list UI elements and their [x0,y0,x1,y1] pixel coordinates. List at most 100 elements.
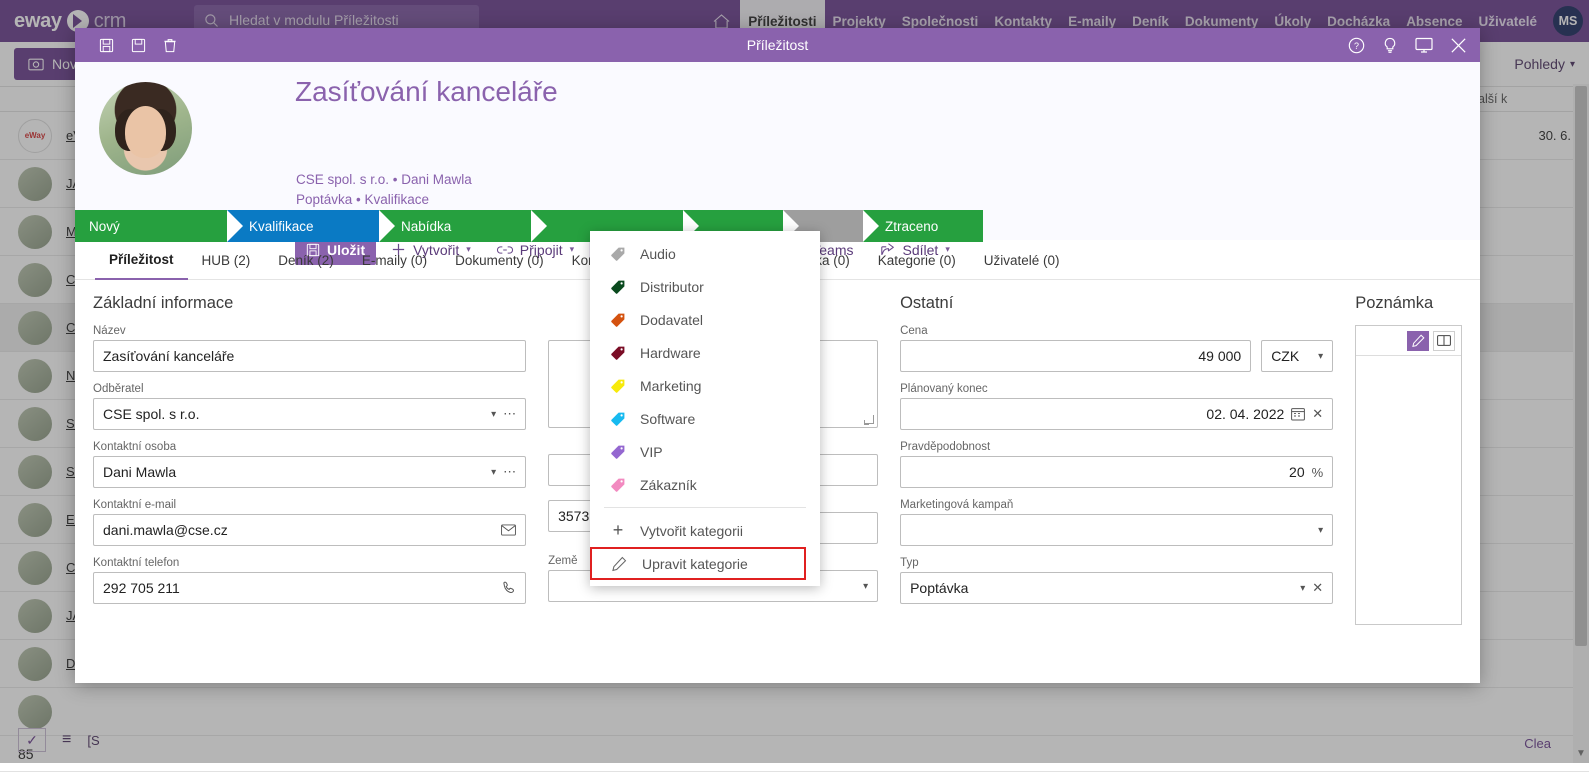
field-pravdepodobnost: Pravděpodobnost 20 % [900,441,1333,488]
tab-kategorie[interactable]: Kategorie (0) [864,242,970,280]
pipeline-step-kvalifikace[interactable]: Kvalifikace [227,210,379,242]
calendar-icon[interactable] [1291,407,1305,421]
field-cena: Cena 49 000 CZK ▾ [900,325,1333,372]
plus-icon: + [610,520,626,541]
section-title-other: Ostatní [900,294,1333,313]
tag-icon [610,477,626,493]
field-label-pravdepodobnost: Pravděpodobnost [900,441,1333,453]
more-options-icon[interactable]: ⋯ [503,406,516,422]
note-section: Poznámka [1355,294,1462,683]
tab-dokumenty[interactable]: Dokumenty (0) [441,242,558,280]
field-label-marketingova-kampan: Marketingová kampaň [900,499,1333,511]
tab-uzivatele[interactable]: Uživatelé (0) [970,242,1074,280]
typ-value: Poptávka [910,580,1294,596]
tab-prilezitost[interactable]: Příležitost [95,242,188,280]
chevron-down-icon[interactable]: ▾ [863,581,868,592]
tag-icon [610,378,626,394]
close-icon[interactable] [1442,30,1474,60]
page-title: Zasíťování kanceláře [295,76,558,108]
pipeline-step-label: Kvalifikace [249,219,314,234]
menu-item-dodavatel[interactable]: Dodavatel [590,303,820,336]
cena-value: 49 000 [910,348,1241,364]
kontaktni-email-value: dani.mawla@cse.cz [103,522,494,538]
lightbulb-icon[interactable] [1374,30,1406,60]
pencil-icon[interactable] [1407,331,1429,351]
menu-item-hardware[interactable]: Hardware [590,336,820,369]
tag-icon [610,279,626,295]
pipeline-step-nabidka[interactable]: Nabídka [379,210,531,242]
opportunity-detail-dialog: Příležitost ? Zasíťování kanceláře CSE s… [75,28,1480,683]
menu-item-audio[interactable]: Audio [590,237,820,270]
planovany-konec-input[interactable]: 02. 04. 2022 ✕ [900,398,1333,430]
field-label-cena: Cena [900,325,1333,337]
clear-typ-icon[interactable]: ✕ [1312,580,1323,596]
chevron-down-icon[interactable]: ▾ [1318,351,1323,362]
currency-select[interactable]: CZK ▾ [1261,340,1333,372]
kontaktni-telefon-input[interactable]: 292 705 211 [93,572,526,604]
save-as-icon[interactable] [125,33,151,57]
marketingova-kampan-select[interactable]: ▾ [900,514,1333,546]
menu-item-vip[interactable]: VIP [590,435,820,468]
book-icon[interactable] [1433,331,1455,351]
save-icon[interactable] [93,33,119,57]
chevron-down-icon[interactable]: ▾ [1300,583,1305,594]
menu-item-label: Distributor [640,279,704,295]
delete-icon[interactable] [157,33,183,57]
percent-unit: % [1312,465,1324,480]
planovany-konec-value: 02. 04. 2022 [910,406,1284,422]
kontaktni-email-input[interactable]: dani.mawla@cse.cz [93,514,526,546]
chevron-down-icon[interactable]: ▾ [491,467,496,478]
menu-item-label: Audio [640,246,676,262]
menu-item-label: Upravit kategorie [642,556,748,572]
menu-item-zakaznik[interactable]: Zákazník [590,468,820,501]
cena-input[interactable]: 49 000 [900,340,1251,372]
tag-icon [610,246,626,262]
field-marketingova-kampan: Marketingová kampaň ▾ [900,499,1333,546]
basic-info-section: Základní informace Název Zasíťování kanc… [93,294,526,683]
contact-photo [99,82,192,175]
svg-text:?: ? [1354,40,1359,50]
note-panel [1355,325,1462,625]
field-label-kontaktni-telefon: Kontaktní telefon [93,557,526,569]
field-nazev: Název Zasíťování kanceláře [93,325,526,372]
menu-item-edit-categories[interactable]: Upravit kategorie [590,547,806,580]
menu-item-software[interactable]: Software [590,402,820,435]
nazev-input[interactable]: Zasíťování kanceláře [93,340,526,372]
field-label-planovany-konec: Plánovaný konec [900,383,1333,395]
help-icon[interactable]: ? [1340,30,1372,60]
tab-emaily[interactable]: E-maily (0) [348,242,441,280]
menu-item-label: Software [640,411,695,427]
field-label-nazev: Název [93,325,526,337]
menu-item-marketing[interactable]: Marketing [590,369,820,402]
kontaktni-osoba-input[interactable]: Dani Mawla ▾ ⋯ [93,456,526,488]
chevron-down-icon[interactable]: ▾ [1318,525,1323,536]
odberatel-input[interactable]: CSE spol. s r.o. ▾ ⋯ [93,398,526,430]
pipeline-step-label: Ztraceno [885,219,938,234]
dialog-window-controls: ? [1340,30,1474,60]
chevron-down-icon[interactable]: ▾ [491,409,496,420]
note-toolbar [1356,326,1461,356]
more-options-icon[interactable]: ⋯ [503,464,516,480]
phone-icon[interactable] [502,581,516,595]
envelope-icon[interactable] [501,524,516,536]
clear-date-icon[interactable]: ✕ [1312,406,1323,422]
tag-icon [610,444,626,460]
record-subtitle-type: Poptávka • Kvalifikace [296,192,429,207]
tab-hub[interactable]: HUB (2) [188,242,265,280]
tab-denik[interactable]: Deník (2) [264,242,348,280]
typ-select[interactable]: Poptávka ▾ ✕ [900,572,1333,604]
monitor-icon[interactable] [1408,30,1440,60]
pencil-icon [612,556,628,572]
pipeline-step-label: Nabídka [401,219,451,234]
pipeline-step-novy[interactable]: Nový [75,210,227,242]
dialog-title: Příležitost [75,37,1480,53]
menu-item-label: Zákazník [640,477,697,493]
field-kontaktni-email: Kontaktní e-mail dani.mawla@cse.cz [93,499,526,546]
field-label-kontaktni-osoba: Kontaktní osoba [93,441,526,453]
pravdepodobnost-input[interactable]: 20 % [900,456,1333,488]
section-title-note: Poznámka [1355,294,1462,313]
menu-item-create-category[interactable]: + Vytvořit kategorii [590,514,820,547]
field-typ: Typ Poptávka ▾ ✕ [900,557,1333,604]
pipeline-step-ztraceno[interactable]: Ztraceno [863,210,983,242]
menu-item-distributor[interactable]: Distributor [590,270,820,303]
